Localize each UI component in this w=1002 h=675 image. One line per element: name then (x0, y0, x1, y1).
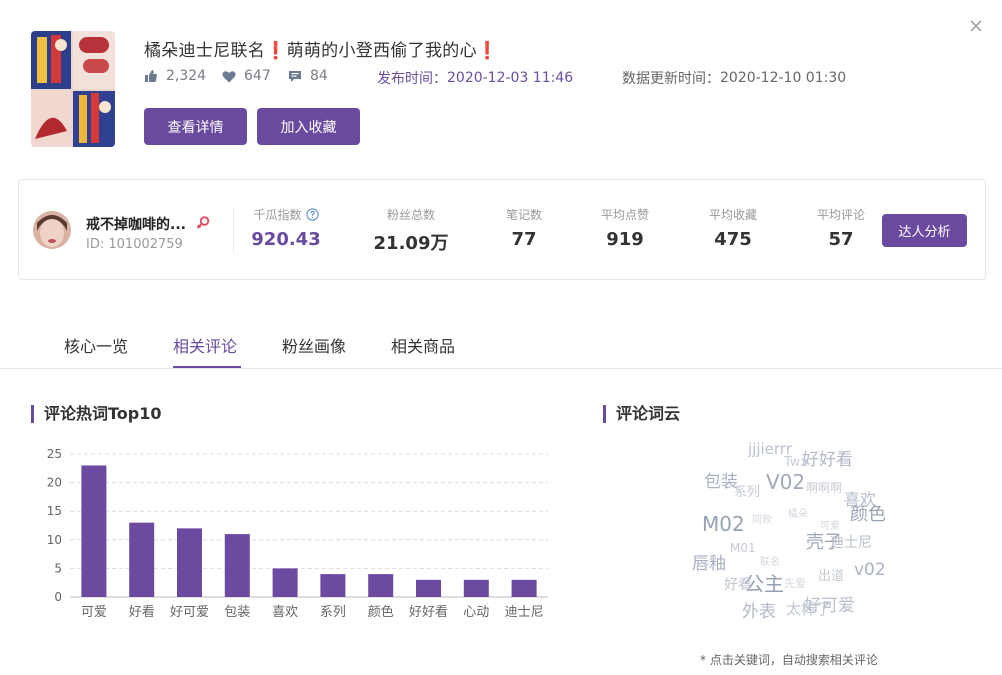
divider (233, 208, 234, 254)
cloud-word[interactable]: M02 (702, 514, 745, 534)
x-tick-label: 好可爱 (170, 605, 209, 620)
cloud-word[interactable]: 联名 (760, 558, 780, 568)
influencer-id: ID: 101002759 (86, 237, 183, 252)
y-tick-label: 25 (47, 447, 62, 461)
close-icon (970, 20, 982, 32)
x-tick-label: 可爱 (81, 605, 107, 620)
bar[interactable] (272, 568, 298, 597)
help-icon[interactable] (305, 208, 319, 221)
post-thumbnail (31, 31, 115, 147)
bar[interactable] (224, 534, 250, 597)
x-tick-label: 颜色 (368, 604, 394, 620)
stat-avg-collects: 平均收藏 475 (708, 208, 757, 250)
cloud-word[interactable]: 好看 (724, 578, 752, 592)
bar[interactable] (81, 465, 107, 597)
tab-comments[interactable]: 相关评论 (173, 333, 237, 357)
y-tick-label: 15 (47, 504, 62, 518)
cloud-word[interactable]: 可爱 (820, 522, 840, 532)
cloud-word[interactable]: 外表 (742, 604, 776, 621)
bar[interactable] (416, 579, 441, 597)
cloud-word[interactable]: 迪士尼 (830, 536, 872, 550)
y-tick-label: 0 (54, 590, 62, 604)
comments-stat: 84 (288, 68, 328, 84)
cloud-word[interactable]: v02 (854, 562, 886, 579)
cloud-word[interactable]: 好可爱 (804, 598, 855, 615)
bar[interactable] (177, 528, 202, 597)
cloud-word[interactable]: 橘朵 (788, 510, 808, 520)
cloud-hint: * 点击关键词，自动搜索相关评论 (700, 653, 878, 667)
post-meta: 2,324 647 84 发布时间： 2020-12-03 11:46 数据更新… (144, 68, 904, 88)
bar[interactable] (511, 579, 537, 597)
post-title: 橘朵迪士尼联名❗萌萌的小登西偷了我的心❗ (144, 41, 499, 61)
hot-words-chart: 0 5 10 15 20 25 可爱 好看 好可爱 包装 喜欢 系列 颜色 好好看 心动 迪士尼 (47, 447, 548, 620)
influencer-card: 戒不掉咖啡的... ID: 101002759 千瓜指数 920.43 粉丝总数… (18, 179, 986, 280)
stat-notes: 笔记数 77 (505, 208, 542, 250)
cloud-word[interactable]: 颜色 (850, 506, 886, 524)
tab-bar: 核心一览 相关评论 粉丝画像 相关商品 (0, 320, 1002, 369)
cloud-word[interactable]: 好好看 (802, 452, 853, 469)
influencer-name[interactable]: 戒不掉咖啡的... (86, 214, 186, 234)
comment-icon (289, 70, 301, 82)
cloud-word[interactable]: 出道 (818, 570, 844, 583)
word-cloud: jjjierrr 好好看 Twx 包装 V02 系列 啊啊啊 喜欢 颜色 M02 同款 橘朵 可爱 壳子迪… (690, 436, 910, 632)
tab-products[interactable]: 相关商品 (391, 333, 455, 357)
x-tick-label: 喜欢 (272, 605, 298, 620)
x-tick-label: 心动 (463, 605, 489, 620)
thumbs-up-icon (145, 70, 157, 82)
avatar[interactable] (33, 211, 71, 249)
cloud-word[interactable]: M01 (730, 542, 756, 554)
cloud-word[interactable]: 啊啊啊 (806, 482, 842, 494)
x-tick-label: 包装 (224, 605, 250, 620)
word-cloud-title: 评论词云 (603, 405, 680, 423)
cloud-word[interactable]: 同款 (752, 516, 772, 526)
stat-qiangua-index: 千瓜指数 920.43 (251, 208, 321, 250)
y-tick-label: 10 (47, 533, 62, 547)
female-icon (196, 216, 210, 229)
bar[interactable] (368, 574, 394, 597)
bar[interactable] (129, 522, 155, 597)
update-time: 数据更新时间： 2020-12-10 01:30 (622, 70, 847, 87)
x-tick-label: 迪士尼 (505, 605, 544, 620)
heart-icon (222, 70, 236, 82)
collects-stat: 647 (222, 68, 271, 84)
tab-fans[interactable]: 粉丝画像 (282, 333, 346, 357)
cloud-word[interactable]: 包装 (704, 474, 738, 491)
cloud-word[interactable]: Twx (784, 456, 808, 469)
cloud-word[interactable]: 系列 (734, 486, 760, 499)
y-tick-label: 5 (54, 561, 62, 575)
hot-words-title: 评论热词Top10 (31, 405, 162, 423)
tab-overview[interactable]: 核心一览 (64, 333, 128, 357)
y-tick-label: 20 (47, 476, 62, 490)
cloud-word[interactable]: V02 (766, 472, 805, 492)
stat-fans: 粉丝总数 21.09万 (373, 208, 449, 254)
cloud-word[interactable]: 唇釉 (692, 556, 726, 573)
add-favorite-button[interactable]: 加入收藏 (257, 108, 360, 145)
bar[interactable] (320, 574, 346, 597)
likes-stat: 2,324 (144, 68, 206, 84)
x-tick-label: 系列 (320, 605, 346, 620)
view-details-button[interactable]: 查看详情 (144, 108, 247, 145)
stat-avg-comments: 平均评论 57 (816, 208, 865, 250)
tab-active-indicator (173, 366, 241, 368)
x-tick-label: 好好看 (409, 604, 448, 620)
cloud-word[interactable]: 先爱 (784, 578, 806, 589)
close-button[interactable] (966, 16, 986, 36)
stat-avg-likes: 平均点赞 919 (600, 208, 649, 250)
x-tick-label: 好看 (129, 604, 155, 620)
influencer-analysis-button[interactable]: 达人分析 (882, 214, 967, 247)
publish-time: 发布时间： 2020-12-03 11:46 (377, 70, 574, 87)
bar[interactable] (463, 579, 489, 597)
